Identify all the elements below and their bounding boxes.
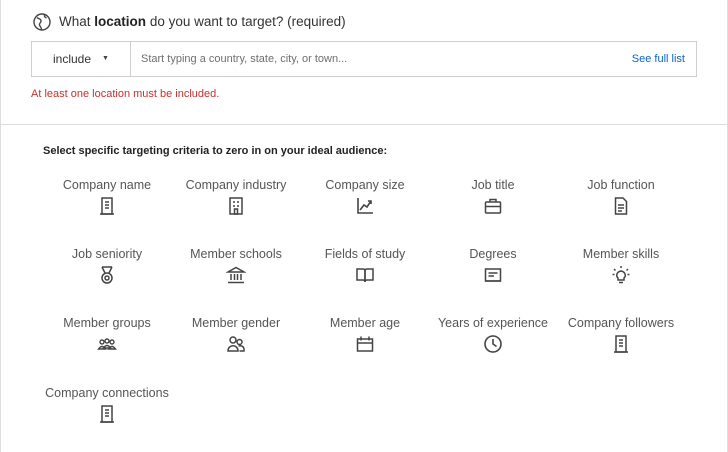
criterion-label: Company connections — [45, 386, 169, 400]
briefcase-icon — [483, 196, 503, 216]
criterion-label: Member groups — [63, 316, 151, 330]
document-icon — [611, 196, 631, 216]
criterion-job-function[interactable]: Job function — [561, 177, 681, 216]
criterion-label: Company name — [62, 178, 152, 192]
criterion-member-age[interactable]: Member age — [305, 315, 425, 354]
criterion-label: Company size — [325, 178, 405, 192]
chart-growth-icon — [355, 196, 375, 216]
question-prefix: What — [59, 14, 91, 29]
criterion-label: Years of experience — [437, 316, 549, 330]
include-value: include — [53, 52, 92, 66]
criterion-label: Degrees — [469, 247, 517, 261]
question-bold: location — [94, 14, 147, 29]
building-icon — [611, 334, 631, 354]
criterion-member-gender[interactable]: Member gender — [176, 315, 296, 354]
criterion-label: Company industry — [185, 178, 287, 192]
building-icon — [97, 196, 117, 216]
location-search-input[interactable] — [132, 42, 612, 76]
criterion-company-connections[interactable]: Company connections — [37, 385, 177, 424]
criterion-job-title[interactable]: Job title — [433, 177, 553, 216]
building-icon — [97, 404, 117, 424]
criterion-member-skills[interactable]: Member skills — [561, 246, 681, 285]
include-dropdown[interactable]: include ▼ — [32, 42, 131, 76]
criterion-member-schools[interactable]: Member schools — [176, 246, 296, 285]
criterion-label: Fields of study — [324, 247, 406, 261]
see-full-list-link[interactable]: See full list — [632, 42, 685, 76]
question-suffix: do you want to target? (required) — [149, 14, 346, 29]
criterion-job-seniority[interactable]: Job seniority — [47, 246, 167, 285]
school-icon — [226, 265, 246, 285]
medal-icon — [97, 265, 117, 285]
criterion-company-industry[interactable]: Company industry — [176, 177, 296, 216]
criterion-label: Member skills — [582, 247, 660, 261]
group-icon — [97, 334, 117, 354]
criterion-label: Member schools — [190, 247, 282, 261]
criterion-company-followers[interactable]: Company followers — [561, 315, 681, 354]
criterion-label: Member gender — [191, 316, 281, 330]
caret-down-icon: ▼ — [102, 55, 109, 62]
location-error-message: At least one location must be included. — [31, 88, 220, 100]
globe-icon — [32, 12, 52, 32]
criterion-label: Company followers — [567, 316, 675, 330]
criteria-intro: Select specific targeting criteria to ze… — [43, 145, 388, 157]
criterion-label: Job title — [471, 178, 515, 192]
location-field: include ▼ See full list — [31, 41, 697, 77]
criterion-years-of-experience[interactable]: Years of experience — [433, 315, 553, 354]
location-section: What location do you want to target? (re… — [0, 0, 728, 125]
book-icon — [355, 265, 375, 285]
clock-icon — [483, 334, 503, 354]
lightbulb-icon — [611, 265, 631, 285]
location-question: What location do you want to target? (re… — [59, 14, 346, 29]
criterion-company-name[interactable]: Company name — [47, 177, 167, 216]
industry-icon — [226, 196, 246, 216]
criterion-label: Job seniority — [71, 247, 143, 261]
criterion-degrees[interactable]: Degrees — [433, 246, 553, 285]
criterion-fields-of-study[interactable]: Fields of study — [305, 246, 425, 285]
diploma-icon — [483, 265, 503, 285]
people-icon — [226, 334, 246, 354]
criterion-label: Job function — [587, 178, 655, 192]
criterion-label: Member age — [329, 316, 401, 330]
calendar-icon — [355, 334, 375, 354]
criterion-member-groups[interactable]: Member groups — [47, 315, 167, 354]
criterion-company-size[interactable]: Company size — [305, 177, 425, 216]
